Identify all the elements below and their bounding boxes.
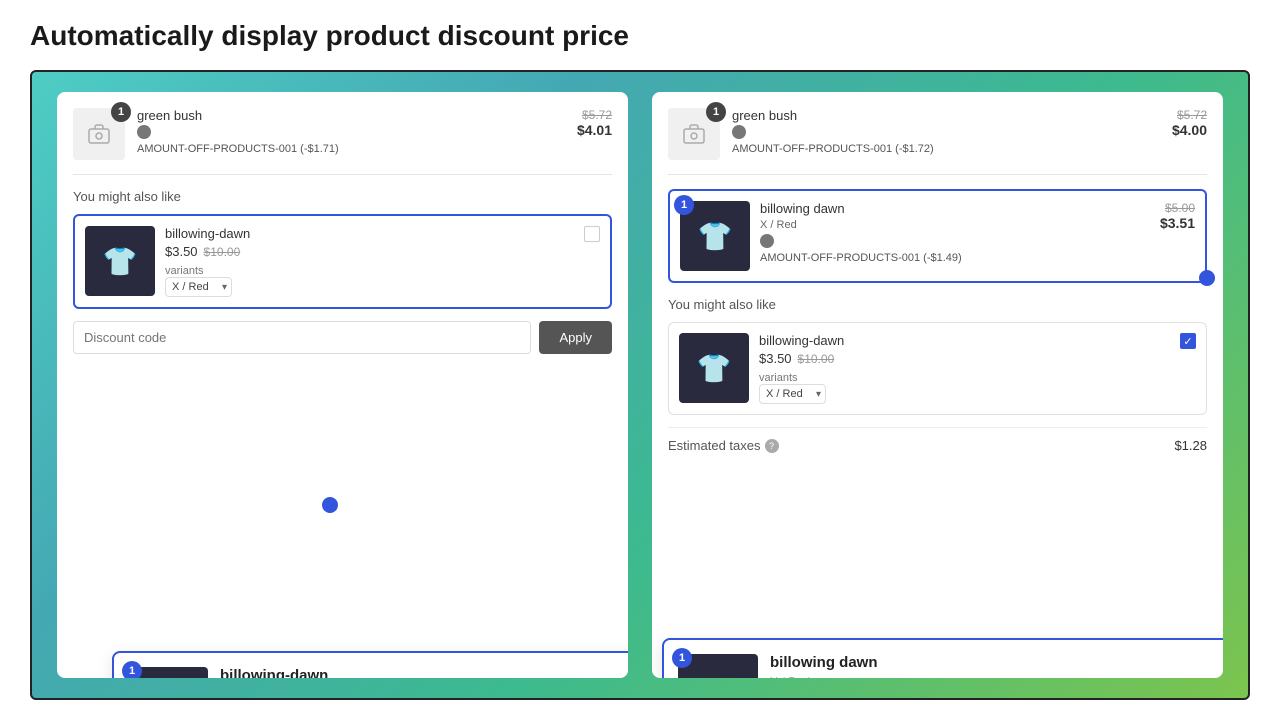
- right-highlighted-price-col: $5.00 $3.51: [1160, 201, 1195, 231]
- right-highlighted-name: billowing dawn: [760, 201, 1150, 216]
- left-item-details: green bush AMOUNT-OFF-PRODUCTS-001 (-$1.…: [137, 108, 565, 155]
- left-select-wrapper[interactable]: X / Red: [165, 277, 232, 297]
- right-item-price-col: $5.72 $4.00: [1172, 108, 1207, 138]
- right-floating-name: billowing dawn: [770, 654, 1217, 671]
- left-floating-badge: 1: [122, 661, 142, 678]
- left-discount-tag: AMOUNT-OFF-PRODUCTS-001 (-$1.71): [137, 143, 565, 155]
- right-variant-select[interactable]: X / Red: [759, 384, 826, 404]
- left-upsell-prices: $3.50 $10.00: [165, 244, 574, 259]
- right-upsell-details: billowing-dawn $3.50 $10.00 variants X /…: [759, 333, 1170, 404]
- right-highlighted-discount: AMOUNT-OFF-PRODUCTS-001 (-$1.49): [760, 252, 1150, 264]
- right-floating-card: 👕 1 billowing dawn X / Red $5.00 $3.51 A…: [662, 638, 1223, 678]
- info-icon: ?: [765, 439, 779, 453]
- apply-button[interactable]: Apply: [539, 321, 612, 354]
- right-panel: 1 green bush AMOUNT-OFF-PRODUCTS-001 (-$…: [652, 92, 1223, 678]
- left-price-sale: $4.01: [577, 122, 612, 138]
- right-item-name: green bush: [732, 108, 1160, 123]
- right-select-wrapper[interactable]: X / Red: [759, 384, 826, 404]
- right-section-title: You might also like: [668, 297, 1207, 312]
- right-floating-badge: 1: [672, 648, 692, 668]
- page-title: Automatically display product discount p…: [30, 20, 1250, 52]
- right-floating-image-wrap: 👕 1: [678, 654, 758, 678]
- left-floating-name: billowing-dawn: [220, 667, 619, 678]
- left-price-original: $5.72: [577, 108, 612, 122]
- left-floating-details: billowing-dawn $3.50 $10.00 variants X /…: [220, 667, 619, 678]
- right-item-details: green bush AMOUNT-OFF-PRODUCTS-001 (-$1.…: [732, 108, 1160, 155]
- left-upsell-image: 👕: [85, 226, 155, 296]
- left-item-badge: 1: [111, 102, 131, 122]
- right-discount-tag: AMOUNT-OFF-PRODUCTS-001 (-$1.72): [732, 143, 1160, 155]
- left-blue-dot: [322, 497, 338, 513]
- right-discount-badge-icon: [732, 125, 746, 139]
- left-upsell-checkbox[interactable]: [584, 226, 600, 242]
- taxes-label: Estimated taxes ?: [668, 438, 779, 453]
- taxes-amount: $1.28: [1174, 438, 1207, 453]
- right-blue-dot: [1199, 270, 1215, 286]
- left-floating-card: 👕 1 billowing-dawn $3.50 $10.00 variants: [112, 651, 628, 678]
- right-upsell-image: 👕: [679, 333, 749, 403]
- jersey-icon-floating-right: 👕: [701, 678, 736, 679]
- right-upsell-name: billowing-dawn: [759, 333, 1170, 348]
- right-floating-variant-text: X / Red: [770, 675, 1217, 678]
- right-price-original: $5.72: [1172, 108, 1207, 122]
- page-wrapper: Automatically display product discount p…: [0, 0, 1280, 720]
- left-variant-row: variants X / Red: [165, 265, 574, 297]
- right-upsell-prices: $3.50 $10.00: [759, 351, 1170, 366]
- right-highlighted-image-wrap: 👕 1: [680, 201, 750, 271]
- taxes-label-text: Estimated taxes: [668, 438, 761, 453]
- discount-code-input[interactable]: [73, 321, 531, 354]
- left-panel: 1 green bush AMOUNT-OFF-PRODUCTS-001 (-$…: [57, 92, 628, 678]
- jersey-icon-right-highlight: 👕: [698, 220, 733, 253]
- right-highlighted-badge-icon: [760, 234, 774, 248]
- right-variant-row: variants X / Red: [759, 372, 1170, 404]
- left-cart-item: 1 green bush AMOUNT-OFF-PRODUCTS-001 (-$…: [73, 108, 612, 175]
- right-highlighted-details: billowing dawn X / Red AMOUNT-OFF-PRODUC…: [760, 201, 1150, 264]
- right-highlighted-upsell: 👕 1 billowing dawn X / Red AMOUNT-OFF-PR…: [668, 189, 1207, 283]
- demo-container: 1 green bush AMOUNT-OFF-PRODUCTS-001 (-$…: [30, 70, 1250, 700]
- left-item-name: green bush: [137, 108, 565, 123]
- right-highlighted-orig: $5.00: [1160, 201, 1195, 215]
- left-variant-select[interactable]: X / Red: [165, 277, 232, 297]
- left-floating-image-wrap: 👕 1: [128, 667, 208, 678]
- left-upsell-details: billowing-dawn $3.50 $10.00 variants X /…: [165, 226, 574, 297]
- right-upsell-sale: $3.50: [759, 351, 792, 366]
- right-item-image: 1: [668, 108, 720, 160]
- right-cart-item: 1 green bush AMOUNT-OFF-PRODUCTS-001 (-$…: [668, 108, 1207, 175]
- left-upsell-sale: $3.50: [165, 244, 198, 259]
- right-highlighted-variant: X / Red: [760, 219, 1150, 231]
- left-variant-label: variants: [165, 265, 232, 277]
- right-highlighted-sale: $3.51: [1160, 215, 1195, 231]
- left-discount-badge-icon: [137, 125, 151, 139]
- right-item-badge: 1: [706, 102, 726, 122]
- right-variant-label: variants: [759, 372, 826, 384]
- camera-icon-right: [682, 122, 706, 146]
- left-section-title: You might also like: [73, 189, 612, 204]
- camera-icon: [87, 122, 111, 146]
- right-price-sale: $4.00: [1172, 122, 1207, 138]
- taxes-row: Estimated taxes ? $1.28: [668, 427, 1207, 453]
- right-upsell-card[interactable]: 👕 billowing-dawn $3.50 $10.00 variants: [668, 322, 1207, 415]
- left-upsell-name: billowing-dawn: [165, 226, 574, 241]
- jersey-icon-left: 👕: [103, 245, 138, 278]
- left-upsell-orig: $10.00: [204, 245, 241, 259]
- left-discount-row: Apply: [73, 321, 612, 354]
- right-upsell-orig: $10.00: [798, 352, 835, 366]
- jersey-icon-right: 👕: [697, 352, 732, 385]
- right-floating-details: billowing dawn X / Red $5.00 $3.51 AMOUN…: [770, 654, 1217, 678]
- left-item-image: 1: [73, 108, 125, 160]
- right-highlighted-badge: 1: [674, 195, 694, 215]
- left-item-price-col: $5.72 $4.01: [577, 108, 612, 138]
- left-upsell-card[interactable]: 👕 billowing-dawn $3.50 $10.00 variants: [73, 214, 612, 309]
- right-upsell-checkbox[interactable]: ✓: [1180, 333, 1196, 349]
